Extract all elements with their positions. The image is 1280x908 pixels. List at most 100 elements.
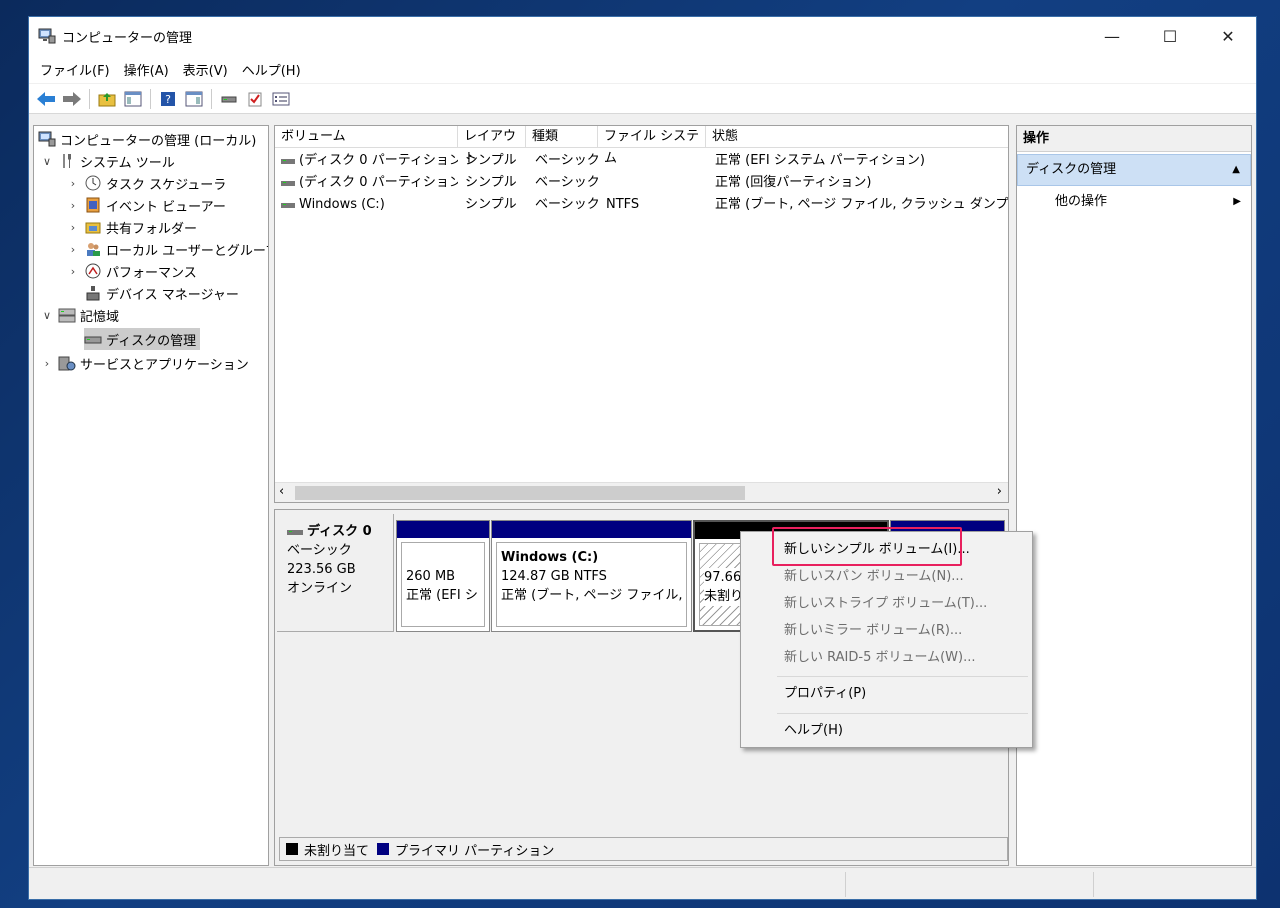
table-row[interactable]: Windows (C:) シンプル ベーシック NTFS 正常 (ブート, ペー… bbox=[275, 194, 1008, 216]
cell-filesystem: NTFS bbox=[606, 197, 640, 212]
device-manager-icon bbox=[84, 284, 102, 302]
chevron-right-icon[interactable]: › bbox=[66, 265, 80, 278]
menu-help[interactable]: ヘルプ(H) bbox=[235, 60, 308, 79]
table-row[interactable]: (ディスク 0 パーティション 1) シンプル ベーシック 正常 (EFI シス… bbox=[275, 150, 1008, 172]
tree-item-root[interactable]: コンピューターの管理 (ローカル) bbox=[38, 128, 256, 150]
tree-item-system-tools[interactable]: ∨ システム ツール bbox=[40, 150, 175, 172]
up-folder-button[interactable] bbox=[97, 89, 117, 109]
menu-action[interactable]: 操作(A) bbox=[117, 60, 176, 79]
cell-volume: Windows (C:) bbox=[299, 197, 385, 212]
show-hide-tree-button[interactable] bbox=[123, 89, 143, 109]
tree-item-task-scheduler[interactable]: › タスク スケジューラ bbox=[66, 172, 226, 194]
tree-item-disk-management[interactable]: ディスクの管理 bbox=[84, 328, 201, 350]
close-button[interactable]: ✕ bbox=[1199, 17, 1256, 55]
scroll-left-icon[interactable]: ‹ bbox=[279, 484, 284, 499]
help-button[interactable]: ? bbox=[158, 89, 178, 109]
menu-bar: ファイル(F) 操作(A) 表示(V) ヘルプ(H) bbox=[29, 55, 1256, 83]
chevron-right-icon[interactable]: › bbox=[66, 199, 80, 212]
tree-item-device-manager[interactable]: デバイス マネージャー bbox=[84, 282, 239, 304]
computer-management-window: コンピューターの管理 — ☐ ✕ ファイル(F) 操作(A) 表示(V) ヘルプ… bbox=[28, 16, 1257, 900]
tree-label: 共有フォルダー bbox=[106, 221, 198, 237]
partition-windows[interactable]: Windows (C:) 124.87 GB NTFS 正常 (ブート, ページ… bbox=[491, 520, 692, 632]
action-pane-icon bbox=[185, 91, 203, 106]
partition-status: 正常 (EFI シ bbox=[406, 588, 478, 603]
column-header-volume[interactable]: ボリューム bbox=[275, 126, 458, 148]
disk-icon bbox=[287, 529, 303, 535]
menu-item-new-mirror-volume: 新しいミラー ボリューム(R)... bbox=[784, 623, 963, 638]
scrollbar-thumb[interactable] bbox=[295, 486, 745, 500]
tree-label: コンピューターの管理 (ローカル) bbox=[60, 133, 257, 149]
menu-item-new-spanned-volume: 新しいスパン ボリューム(N)... bbox=[784, 569, 964, 584]
actions-section-label: ディスクの管理 bbox=[1026, 162, 1117, 177]
legend-unallocated: 未割り当て bbox=[304, 843, 370, 859]
table-row[interactable]: (ディスク 0 パーティション 4) シンプル ベーシック 正常 (回復パーティ… bbox=[275, 172, 1008, 194]
svg-text:?: ? bbox=[165, 93, 171, 106]
horizontal-scrollbar[interactable]: ‹ › bbox=[275, 482, 1008, 502]
tree-item-performance[interactable]: › パフォーマンス bbox=[66, 260, 197, 282]
title-bar[interactable]: コンピューターの管理 — ☐ ✕ bbox=[29, 17, 1256, 55]
column-header-layout[interactable]: レイアウト bbox=[458, 126, 526, 166]
column-header-type[interactable]: 種類 bbox=[526, 126, 598, 148]
close-icon: ✕ bbox=[1221, 26, 1235, 46]
status-bar bbox=[29, 867, 1256, 899]
highlight-box bbox=[772, 527, 962, 566]
chevron-right-icon[interactable]: › bbox=[66, 221, 80, 234]
tree-item-local-users[interactable]: › ローカル ユーザーとグループ bbox=[66, 238, 268, 260]
legend: 未割り当て プライマリ パーティション bbox=[279, 837, 1008, 861]
checklist-icon bbox=[248, 92, 262, 106]
actions-pane: 操作 ディスクの管理 ▲ 他の操作 ▶ bbox=[1016, 125, 1252, 866]
tree-label: タスク スケジューラ bbox=[106, 177, 227, 193]
menu-file[interactable]: ファイル(F) bbox=[33, 60, 117, 79]
minimize-button[interactable]: — bbox=[1083, 17, 1141, 55]
menu-item-help[interactable]: ヘルプ(H) bbox=[741, 718, 1032, 744]
tree-item-storage[interactable]: ∨ 記憶域 bbox=[40, 304, 119, 326]
maximize-button[interactable]: ☐ bbox=[1141, 17, 1199, 55]
column-header-status[interactable]: 状態 bbox=[706, 126, 1008, 148]
back-arrow-icon bbox=[37, 91, 55, 106]
menu-separator bbox=[777, 676, 1028, 677]
menu-view[interactable]: 表示(V) bbox=[176, 60, 235, 79]
show-hide-action-pane-button[interactable] bbox=[184, 89, 204, 109]
disk-name: ディスク 0 bbox=[307, 524, 372, 539]
chevron-right-icon[interactable]: › bbox=[40, 357, 54, 370]
tree-label: ディスクの管理 bbox=[106, 333, 197, 349]
help-icon: ? bbox=[161, 91, 175, 106]
more-actions[interactable]: 他の操作 ▶ bbox=[1017, 190, 1251, 214]
tree-label: 記憶域 bbox=[80, 309, 120, 325]
chevron-right-icon[interactable]: › bbox=[66, 243, 80, 256]
chevron-right-icon[interactable]: › bbox=[66, 177, 80, 190]
computer-management-icon bbox=[38, 28, 56, 44]
up-folder-icon bbox=[98, 92, 116, 106]
partition-efi[interactable]: 260 MB 正常 (EFI シ bbox=[396, 520, 490, 632]
tree-label: デバイス マネージャー bbox=[106, 287, 239, 303]
minimize-icon: — bbox=[1104, 26, 1120, 46]
chevron-down-icon[interactable]: ∨ bbox=[40, 155, 54, 168]
forward-button[interactable] bbox=[62, 89, 82, 109]
connect-drive-button[interactable] bbox=[219, 89, 239, 109]
partition-size: 260 MB bbox=[406, 569, 456, 584]
chevron-down-icon[interactable]: ∨ bbox=[40, 309, 54, 322]
services-icon bbox=[58, 354, 76, 372]
tools-icon bbox=[58, 152, 76, 170]
tree-item-event-viewer[interactable]: › イベント ビューアー bbox=[66, 194, 226, 216]
primary-partition-bar bbox=[397, 521, 489, 538]
tree-item-services[interactable]: › サービスとアプリケーション bbox=[40, 352, 249, 374]
toolbar-separator bbox=[89, 88, 90, 109]
check-button[interactable] bbox=[245, 89, 265, 109]
tree-item-shared-folders[interactable]: › 共有フォルダー bbox=[66, 216, 197, 238]
shared-folder-icon bbox=[84, 218, 102, 236]
performance-icon bbox=[84, 262, 102, 280]
actions-section-disk-management[interactable]: ディスクの管理 ▲ bbox=[1017, 154, 1251, 186]
legend-swatch-unallocated bbox=[286, 843, 298, 855]
cell-volume: (ディスク 0 パーティション 4) bbox=[299, 175, 458, 190]
collapse-up-icon[interactable]: ▲ bbox=[1232, 155, 1240, 185]
disk-label[interactable]: ディスク 0 ベーシック 223.56 GB オンライン bbox=[277, 514, 394, 632]
properties-button[interactable] bbox=[271, 89, 291, 109]
menu-item-properties[interactable]: プロパティ(P) bbox=[741, 681, 1032, 707]
back-button[interactable] bbox=[36, 89, 56, 109]
tree-label: イベント ビューアー bbox=[106, 199, 226, 215]
forward-arrow-icon bbox=[63, 91, 81, 106]
properties-icon bbox=[272, 92, 290, 105]
scroll-right-icon[interactable]: › bbox=[997, 484, 1002, 499]
column-header-filesystem[interactable]: ファイル システム bbox=[598, 126, 706, 166]
